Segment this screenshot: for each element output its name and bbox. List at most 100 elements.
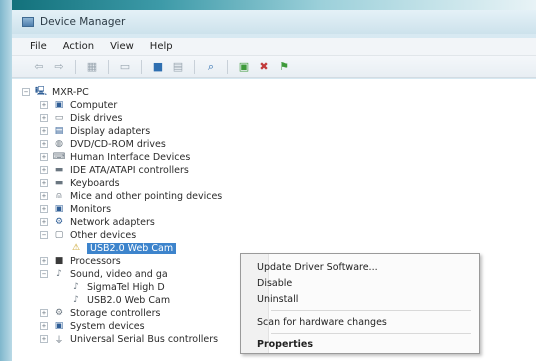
tree-item-label: USB2.0 Web Cam (87, 294, 171, 306)
expand-toggle[interactable]: + (40, 309, 48, 317)
help-icon[interactable]: ■ (151, 60, 165, 74)
computer-icon: ▣ (54, 100, 64, 110)
toolbar-separator (141, 59, 142, 74)
window-frame-top (0, 0, 536, 10)
tree-item-computer[interactable]: + ▣ Computer (40, 98, 117, 112)
expand-toggle[interactable]: + (40, 218, 48, 226)
computer-root-icon: 🖳 (35, 87, 48, 97)
tree-item-storage-controllers[interactable]: + ⚙ Storage controllers (40, 306, 160, 320)
menu-view[interactable]: View (110, 41, 134, 52)
toolbar: ⇦ ⇨ ▦ ▭ ■ ▤ ⌕ ▣ ✖ ⚑ (12, 56, 536, 78)
tree-item-label: Network adapters (70, 216, 155, 228)
monitor-icon: ▣ (54, 204, 64, 214)
storage-controller-icon: ⚙ (54, 308, 64, 318)
tree-item-label: Sound, video and ga (70, 268, 168, 280)
device-manager-icon (22, 17, 34, 27)
tree-item-label: Keyboards (70, 177, 120, 189)
tree-item-network-adapters[interactable]: + ⚙ Network adapters (40, 215, 155, 229)
title-bar[interactable]: Device Manager (12, 10, 536, 34)
collapse-toggle[interactable]: − (40, 231, 48, 239)
usb-controller-icon: ⏚ (54, 335, 64, 346)
tree-item-disk-drives[interactable]: + ▭ Disk drives (40, 111, 122, 125)
expand-toggle[interactable]: + (40, 153, 48, 161)
expand-toggle[interactable]: + (40, 179, 48, 187)
expand-toggle[interactable]: + (40, 166, 48, 174)
hid-icon: ⌨ (52, 152, 66, 162)
tree-item-usb-web-cam-unknown[interactable]: ⚠ USB2.0 Web Cam (70, 241, 177, 255)
tree-item-label: Human Interface Devices (70, 151, 191, 163)
tree-item-label: Storage controllers (70, 307, 161, 319)
expand-toggle[interactable]: + (40, 192, 48, 200)
tree-item-label: DVD/CD-ROM drives (70, 138, 166, 150)
update-driver-icon[interactable]: ▣ (237, 60, 251, 74)
tree-item-monitors[interactable]: + ▣ Monitors (40, 202, 111, 216)
collapse-toggle[interactable]: − (22, 88, 30, 96)
tree-item-display-adapters[interactable]: + ▤ Display adapters (40, 124, 150, 138)
tree-item-hid[interactable]: + ⌨ Human Interface Devices (40, 150, 190, 164)
mouse-icon: ⍝ (56, 191, 62, 201)
context-menu-separator (271, 333, 471, 334)
menu-item-uninstall[interactable]: Uninstall (257, 294, 298, 305)
tree-item-label: Monitors (70, 203, 112, 215)
menu-action[interactable]: Action (63, 41, 94, 52)
tree-item-usb-web-cam-sound[interactable]: ♪ USB2.0 Web Cam (70, 293, 170, 307)
sound-icon: ♪ (56, 269, 62, 279)
menu-help[interactable]: Help (150, 41, 173, 52)
other-devices-icon: ▢ (54, 230, 64, 240)
tree-root-label: MXR-PC (52, 86, 89, 98)
menu-item-scan-hardware[interactable]: Scan for hardware changes (257, 317, 387, 328)
menu-bar: File Action View Help (12, 38, 536, 56)
back-arrow-icon[interactable]: ⇦ (32, 60, 46, 74)
tree-item-ide-controllers[interactable]: + ▬ IDE ATA/ATAPI controllers (40, 163, 189, 177)
tree-item-label: Disk drives (70, 112, 123, 124)
tree-item-label: Mice and other pointing devices (70, 190, 223, 202)
show-hidden-icon[interactable]: ▤ (171, 60, 185, 74)
forward-arrow-icon[interactable]: ⇨ (52, 60, 66, 74)
tree-item-label: Processors (70, 255, 121, 267)
tree-root[interactable]: − 🖳 MXR-PC (22, 85, 89, 99)
keyboard-icon: ▬ (54, 178, 64, 188)
tree-item-sound[interactable]: − ♪ Sound, video and ga (40, 267, 168, 281)
ide-controller-icon: ▬ (54, 165, 64, 175)
menu-item-properties[interactable]: Properties (257, 339, 313, 350)
dvd-drive-icon: ◍ (55, 139, 63, 149)
console-tree-icon[interactable]: ▭ (118, 60, 132, 74)
uninstall-device-icon[interactable]: ⚑ (277, 60, 291, 74)
collapse-toggle[interactable]: − (40, 270, 48, 278)
tree-item-mice[interactable]: + ⍝ Mice and other pointing devices (40, 189, 222, 203)
expand-toggle[interactable]: + (40, 127, 48, 135)
expand-toggle[interactable]: + (40, 257, 48, 265)
window-title: Device Manager (40, 16, 126, 28)
menu-item-disable[interactable]: Disable (257, 278, 292, 289)
tree-item-label: IDE ATA/ATAPI controllers (70, 164, 189, 176)
tree-item-dvd-drives[interactable]: + ◍ DVD/CD-ROM drives (40, 137, 166, 151)
expand-toggle[interactable]: + (40, 140, 48, 148)
tree-item-label: USB2.0 Web Cam (87, 242, 177, 254)
processor-icon: ■ (54, 256, 64, 266)
menu-item-update-driver[interactable]: Update Driver Software... (257, 262, 378, 273)
expand-toggle[interactable]: + (40, 101, 48, 109)
tree-item-system-devices[interactable]: + ▣ System devices (40, 319, 145, 333)
tree-item-label: SigmaTel High D (87, 281, 165, 293)
expand-toggle[interactable]: + (40, 205, 48, 213)
tree-item-label: Universal Serial Bus controllers (70, 333, 219, 345)
context-menu-separator (271, 310, 471, 311)
tree-item-other-devices[interactable]: − ▢ Other devices (40, 228, 136, 242)
tree-item-usb-controllers[interactable]: + ⏚ Universal Serial Bus controllers (40, 332, 218, 346)
expand-toggle[interactable]: + (40, 114, 48, 122)
expand-toggle[interactable]: + (40, 322, 48, 330)
expand-toggle[interactable]: + (40, 335, 48, 343)
tree-item-sigmatel[interactable]: ♪ SigmaTel High D (70, 280, 165, 294)
audio-device-icon: ♪ (73, 295, 79, 305)
warning-device-icon: ⚠ (71, 243, 81, 253)
scan-hardware-icon[interactable]: ⌕ (204, 60, 218, 74)
context-menu: Update Driver Software... Disable Uninst… (240, 253, 480, 354)
disable-device-icon[interactable]: ✖ (257, 60, 271, 74)
tree-item-keyboards[interactable]: + ▬ Keyboards (40, 176, 120, 190)
tree-item-processors[interactable]: + ■ Processors (40, 254, 121, 268)
audio-device-icon: ♪ (73, 282, 79, 292)
tree-item-label: Computer (70, 99, 118, 111)
properties-grid-icon[interactable]: ▦ (85, 60, 99, 74)
network-adapter-icon: ⚙ (54, 217, 64, 227)
menu-file[interactable]: File (30, 41, 47, 52)
